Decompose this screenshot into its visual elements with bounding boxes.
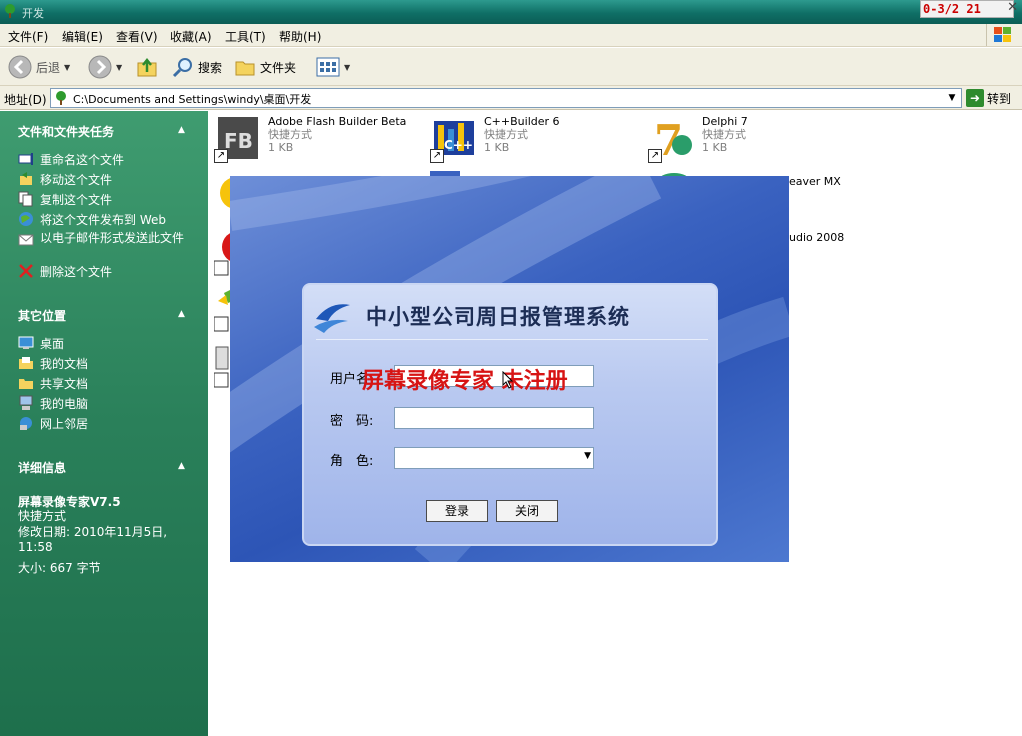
menu-file[interactable]: 文件(F) — [8, 28, 48, 45]
shortcut-arrow-icon: ↗ — [430, 149, 444, 163]
login-button[interactable]: 登录 — [426, 500, 488, 522]
task-pane: 文件和文件夹任务 ▲ 重命名这个文件 移动这个文件 复制这个文件 将这个文件发布… — [0, 111, 208, 736]
flash-builder-icon: FB ↗ — [214, 115, 262, 163]
task-rename[interactable]: 重命名这个文件 — [18, 151, 124, 168]
address-path: C:\Documents and Settings\windy\桌面\开发 — [73, 93, 312, 106]
menu-bar: 文件(F) 编辑(E) 查看(V) 收藏(A) 工具(T) 帮助(H) — [0, 24, 1022, 47]
copy-icon — [18, 191, 34, 207]
task-copy[interactable]: 复制这个文件 — [18, 191, 112, 208]
rename-icon — [18, 151, 34, 167]
back-arrow-icon — [8, 55, 32, 79]
collapse-chevron-icon[interactable]: ▲ — [178, 125, 185, 135]
tree-icon — [56, 91, 66, 105]
shared-folder-icon — [18, 375, 34, 391]
file-cpp-builder[interactable]: C++ ↗ C++Builder 6 快捷方式 1 KB — [430, 115, 560, 163]
toolbar: 后退 ▼ ▼ 搜索 文件夹 ▼ — [0, 48, 1022, 86]
role-label: 角 色: — [330, 454, 374, 469]
forward-button[interactable]: ▼ — [88, 54, 122, 80]
cpp-builder-icon: C++ ↗ — [430, 115, 478, 163]
mouse-cursor-icon — [502, 371, 514, 389]
address-label: 地址(D) — [4, 93, 47, 107]
file-dreamweaver-label[interactable]: eaver MX — [789, 175, 841, 188]
shortcut-arrow-icon: ↗ — [214, 149, 228, 163]
tree-icon — [5, 4, 15, 18]
collapse-chevron-icon[interactable]: ▲ — [178, 309, 185, 319]
views-grid-icon — [316, 57, 340, 77]
globe-icon — [18, 211, 34, 227]
password-input[interactable] — [394, 407, 594, 429]
detail-size: 大小: 667 字节 — [18, 561, 101, 575]
detail-modified: 修改日期: 2010年11月5日, 11:58 — [18, 525, 168, 554]
recorder-overlay: 0-3/2 21 — [920, 0, 1014, 18]
search-icon — [172, 58, 192, 78]
title-bar[interactable]: 开发 0-3/2 21 ✕ — [0, 0, 1022, 24]
views-button[interactable]: ▼ — [316, 54, 350, 80]
delphi-icon: 7 ↗ — [648, 115, 696, 165]
file-delphi[interactable]: 7 ↗ Delphi 7 快捷方式 1 KB — [648, 115, 748, 165]
task-email[interactable]: 以电子邮件形式发送此文件 — [18, 231, 190, 247]
up-folder-button[interactable] — [136, 54, 158, 80]
chevron-down-icon[interactable]: ▼ — [584, 451, 591, 461]
other-places-header[interactable]: 其它位置 — [18, 307, 66, 324]
file-visual-studio-label[interactable]: udio 2008 — [789, 231, 844, 244]
forward-arrow-icon — [88, 55, 112, 79]
svg-text:C++: C++ — [444, 138, 473, 152]
login-window: 中小型公司周日报管理系统 用户名 密 码: 角 色: ▼ 登录 关闭 屏幕录像专… — [230, 176, 789, 562]
views-dropdown-icon[interactable]: ▼ — [344, 63, 350, 72]
address-dropdown-icon[interactable]: ▼ — [943, 89, 961, 107]
task-publish-web[interactable]: 将这个文件发布到 Web — [18, 211, 166, 228]
go-button[interactable]: ➜ 转到 — [966, 88, 1011, 108]
unregistered-watermark: 屏幕录像专家 未注册 — [362, 368, 568, 394]
collapse-chevron-icon[interactable]: ▲ — [178, 461, 185, 471]
menu-tools[interactable]: 工具(T) — [225, 28, 266, 45]
folders-button[interactable]: 文件夹 — [234, 54, 296, 80]
folder-icon — [235, 61, 255, 76]
details-header[interactable]: 详细信息 — [18, 459, 66, 476]
detail-type: 快捷方式 — [18, 509, 67, 523]
menu-favorites[interactable]: 收藏(A) — [170, 28, 212, 45]
move-icon — [18, 171, 34, 187]
window-title: 开发 — [22, 7, 44, 20]
close-button[interactable]: 关闭 — [496, 500, 558, 522]
back-button[interactable]: 后退 ▼ — [8, 54, 70, 80]
svg-text:FB: FB — [224, 129, 253, 153]
network-icon — [18, 415, 34, 431]
login-panel: 中小型公司周日报管理系统 用户名 密 码: 角 色: ▼ 登录 关闭 屏幕录像专… — [302, 283, 718, 546]
password-label: 密 码: — [330, 414, 374, 429]
shortcut-arrow-icon: ↗ — [648, 149, 662, 163]
address-bar: 地址(D) C:\Documents and Settings\windy\桌面… — [0, 86, 1022, 110]
file-tasks-header[interactable]: 文件和文件夹任务 — [18, 123, 114, 140]
computer-icon — [18, 395, 34, 411]
menu-edit[interactable]: 编辑(E) — [62, 28, 103, 45]
place-shared-documents[interactable]: 共享文档 — [18, 375, 88, 392]
up-folder-icon — [137, 57, 157, 77]
email-icon — [18, 231, 34, 247]
go-arrow-icon: ➜ — [966, 89, 984, 107]
place-desktop[interactable]: 桌面 — [18, 335, 64, 352]
back-dropdown-icon[interactable]: ▼ — [64, 63, 70, 72]
search-button[interactable]: 搜索 — [172, 54, 222, 80]
menu-help[interactable]: 帮助(H) — [279, 28, 321, 45]
windows-logo-icon — [986, 24, 1011, 46]
login-title: 中小型公司周日报管理系统 — [366, 304, 630, 329]
task-move[interactable]: 移动这个文件 — [18, 171, 112, 188]
task-delete[interactable]: 删除这个文件 — [18, 263, 112, 280]
forward-dropdown-icon[interactable]: ▼ — [116, 63, 122, 72]
swirl-logo-icon — [314, 304, 350, 333]
desktop-icon — [18, 335, 34, 351]
address-input[interactable]: C:\Documents and Settings\windy\桌面\开发 ▼ — [50, 88, 962, 108]
place-network[interactable]: 网上邻居 — [18, 415, 88, 432]
divider — [316, 339, 708, 340]
place-my-computer[interactable]: 我的电脑 — [18, 395, 88, 412]
close-icon[interactable]: ✕ — [1007, 0, 1018, 15]
delete-x-icon — [18, 263, 34, 279]
file-flash-builder[interactable]: FB ↗ Adobe Flash Builder Beta 快捷方式 1 KB — [214, 115, 406, 163]
documents-folder-icon — [18, 355, 34, 371]
role-select[interactable]: ▼ — [394, 447, 594, 469]
place-my-documents[interactable]: 我的文档 — [18, 355, 88, 372]
menu-view[interactable]: 查看(V) — [116, 28, 158, 45]
